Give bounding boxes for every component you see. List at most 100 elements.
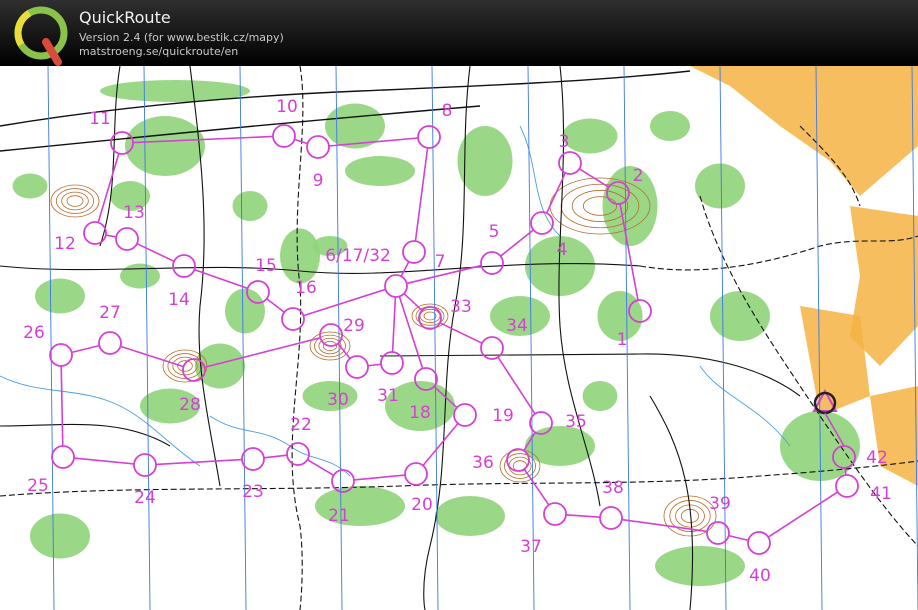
course-leg-line xyxy=(136,242,175,263)
control-label: 13 xyxy=(123,203,145,223)
course-leg-line xyxy=(403,292,423,312)
control-circle xyxy=(133,453,157,477)
vegetation-area xyxy=(225,288,265,334)
control-label: 21 xyxy=(328,506,350,526)
control-label: 35 xyxy=(565,412,587,432)
vegetation-area xyxy=(30,513,90,559)
control-label: 36 xyxy=(472,453,494,473)
app-title: QuickRoute xyxy=(79,8,171,27)
vegetation-area xyxy=(650,111,690,141)
magnetic-north-line xyxy=(719,66,727,610)
control-label: 27 xyxy=(99,303,121,323)
course-leg-line xyxy=(266,298,285,313)
control-circle xyxy=(706,521,730,545)
contour-line xyxy=(499,449,541,483)
control-label: 12 xyxy=(54,234,76,254)
course-leg-line xyxy=(414,147,429,242)
control-circle xyxy=(480,251,504,275)
control-circle xyxy=(599,506,623,530)
open-land-area xyxy=(870,386,918,486)
logo-letter: Q xyxy=(41,63,42,65)
control-circle xyxy=(417,125,441,149)
course-leg-line xyxy=(728,534,749,542)
orienteering-map[interactable]: 1 2 3 4 5 6/17/32 7 8 9 10 11 12 13 14 15 16 18 19 20 21 22 2… xyxy=(0,66,918,610)
control-label: 9 xyxy=(313,171,324,191)
vegetation-area xyxy=(280,228,320,284)
contour-line xyxy=(61,191,89,211)
control-circle xyxy=(402,240,426,264)
control-label: 20 xyxy=(411,495,433,515)
control-label: 8 xyxy=(442,101,453,121)
control-label: 28 xyxy=(179,395,201,415)
control-circle xyxy=(404,462,428,486)
track-line xyxy=(0,423,171,447)
control-label: 41 xyxy=(870,484,892,504)
control-label: 7 xyxy=(435,252,446,272)
vegetation-area xyxy=(12,173,48,199)
course-leg-line xyxy=(367,363,382,367)
magnetic-north-line xyxy=(527,66,535,610)
course-leg-line xyxy=(767,491,839,538)
vegetation-area xyxy=(435,496,505,536)
stream-line xyxy=(699,365,791,447)
contour-line xyxy=(419,308,441,324)
contour-line xyxy=(66,195,84,207)
course-leg-line xyxy=(307,458,334,477)
control-label: 4 xyxy=(557,240,568,260)
control-label: 38 xyxy=(602,478,624,498)
course-leg-line xyxy=(439,322,483,344)
vegetation-area xyxy=(695,163,745,209)
control-label: 24 xyxy=(134,488,156,508)
control-label: 3 xyxy=(559,132,570,152)
control-label: 39 xyxy=(709,494,731,514)
control-label: 34 xyxy=(506,316,528,336)
control-circle xyxy=(345,355,369,379)
course-leg-line xyxy=(844,467,847,476)
vegetation-area xyxy=(710,291,770,341)
app-version: Version 2.4 (for www.bestik.cz/mapy) xyxy=(79,31,284,44)
control-circle xyxy=(241,447,265,471)
control-label: 31 xyxy=(377,386,399,406)
map-canvas[interactable]: 123456/17/32 7891011121314151618 192021222… xyxy=(0,66,918,610)
control-label: 6/17/32 xyxy=(325,246,391,266)
vegetation-area xyxy=(120,263,160,289)
control-circle xyxy=(543,502,567,526)
control-label: 15 xyxy=(255,256,277,276)
control-circle xyxy=(98,331,122,355)
course-leg-line xyxy=(60,365,64,447)
control-circle xyxy=(51,445,75,469)
control-circle xyxy=(272,124,296,148)
control-label: 18 xyxy=(409,403,431,423)
control-circle xyxy=(306,135,330,159)
control-label: 25 xyxy=(27,476,49,496)
control-circle xyxy=(380,351,404,375)
control-label: 23 xyxy=(242,482,264,502)
course-leg-line xyxy=(105,234,117,238)
control-circle xyxy=(506,448,530,472)
course-leg-line xyxy=(353,474,406,481)
control-label: 42 xyxy=(866,448,888,468)
control-circle xyxy=(172,254,196,278)
control-label: 37 xyxy=(520,537,542,557)
vegetation-area xyxy=(35,278,85,314)
control-circle xyxy=(384,274,408,298)
control-label: 19 xyxy=(492,406,514,426)
control-label: 33 xyxy=(450,297,472,317)
vegetation-area xyxy=(655,546,745,586)
vegetation-area xyxy=(582,381,618,411)
control-label: 2 xyxy=(633,166,644,186)
course-leg-line xyxy=(71,344,100,354)
course-leg-line xyxy=(400,261,410,277)
control-circle xyxy=(747,531,771,555)
control-circle xyxy=(453,403,477,427)
course-leg-line xyxy=(73,457,135,465)
course-leg-line xyxy=(263,454,288,459)
app-header: Q QuickRoute Version 2.4 (for www.bestik… xyxy=(0,0,918,66)
vegetation-area xyxy=(232,191,268,221)
course-leg-line xyxy=(523,468,550,506)
magnetic-north-line xyxy=(239,66,247,610)
vegetation-area xyxy=(125,116,205,176)
control-label: 40 xyxy=(749,566,771,586)
control-label: 5 xyxy=(489,222,500,242)
stream-line xyxy=(519,125,561,237)
